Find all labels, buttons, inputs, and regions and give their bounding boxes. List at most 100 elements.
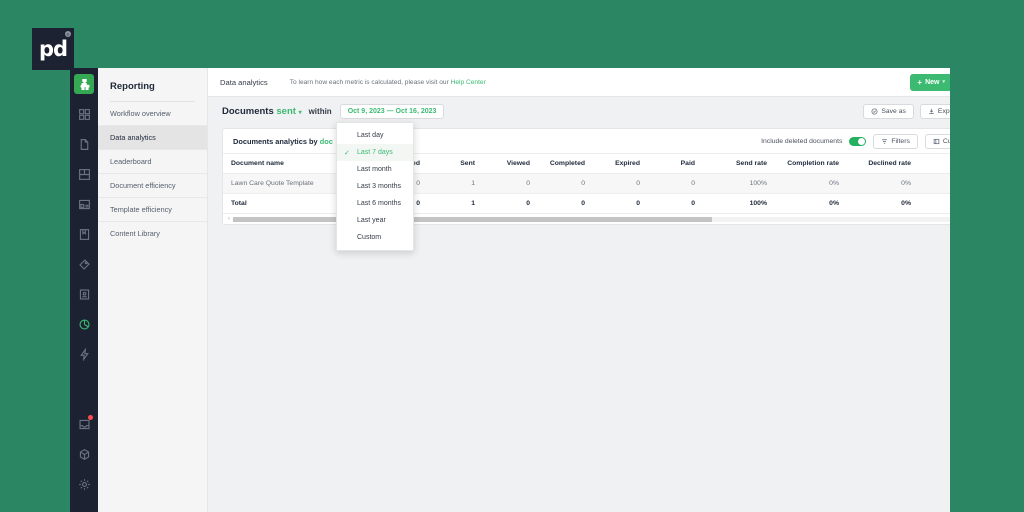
integrations-cube-icon[interactable] [74,444,94,464]
scrollbar-thumb[interactable] [233,216,712,222]
card-header: Documents analytics by doc Include delet… [223,129,950,153]
include-deleted-toggle[interactable] [849,136,867,146]
sidebar-title: Reporting [110,81,155,92]
columns-icon [933,138,940,144]
page-title: Documents sent ▾ [222,106,302,117]
cell-expired-rate [919,173,950,194]
sidebar-item-document-efficiency[interactable]: Document efficiency [98,174,207,198]
page-title-prefix: Documents [222,106,274,117]
save-as-button[interactable]: Save as [863,104,914,119]
reporting-pie-icon[interactable] [74,314,94,334]
dropdown-item-last-day[interactable]: Last day [337,127,413,144]
rail-bottom-group [70,414,98,504]
date-range-selector[interactable]: Oct 9, 2023 — Oct 16, 2023 [339,104,445,119]
pandadoc-logo: pd ® [32,28,74,70]
card-header-actions: Include deleted documents Filters Custom… [761,133,950,149]
chevron-down-icon: ▾ [942,79,945,85]
cell-total-completion-rate: 0% [775,193,847,213]
dropdown-item-label: Last year [357,217,386,224]
logo-text: pd [38,36,68,61]
main-content: Data analytics To learn how each metric … [208,68,950,512]
dropdown-item-label: Last day [357,132,384,139]
inbox-notification-badge [88,415,93,420]
puzzle-icon[interactable] [74,74,94,94]
table-header-row: Document name Approved Sent Viewed Compl… [223,153,950,174]
settings-gear-icon[interactable] [74,474,94,494]
column-completion-rate[interactable]: Completion rate [775,153,847,174]
sidebar-item-content-library[interactable]: Content Library [98,222,207,245]
card-title-link[interactable]: doc [320,137,333,146]
date-range-dropdown-menu: Last day ✓ Last 7 days Last month Last 3… [336,122,414,251]
table-row[interactable]: Lawn Care Quote Template 0 1 0 0 0 0 100… [223,173,950,194]
cell-total-declined-rate: 0% [847,193,919,213]
customize-button[interactable]: Customize [924,133,950,149]
filters-label: Filters [891,137,910,145]
cell-declined-rate: 0% [847,173,919,194]
table-body: Lawn Care Quote Template 0 1 0 0 0 0 100… [223,173,950,213]
column-sent[interactable]: Sent [428,153,483,174]
new-button-label: New [925,78,940,86]
export-csv-button[interactable]: Export full CSV [919,104,950,119]
cell-total-expired-rate [919,193,950,213]
help-hint-text: To learn how each metric is calculated, … [289,78,449,86]
dropdown-item-last-3-months[interactable]: Last 3 months [337,178,413,195]
automation-bolt-icon[interactable] [74,344,94,364]
cell-total-viewed: 0 [483,193,538,213]
card-title-prefix: Documents analytics by [233,136,318,146]
sidebar-item-data-analytics[interactable]: Data analytics [98,126,207,150]
export-label: Export full CSV [937,108,950,115]
reporting-sidebar: Reporting Workflow overview Data analyti… [98,68,208,512]
check-circle-icon [871,108,878,115]
dropdown-item-label: Last 3 months [357,183,401,190]
contacts-icon[interactable] [74,284,94,304]
metric-chevron-down-icon[interactable]: ▾ [299,110,302,116]
column-completed[interactable]: Completed [538,153,593,174]
dropdown-item-last-7-days[interactable]: ✓ Last 7 days [337,144,413,161]
tag-icon[interactable] [74,254,94,274]
include-deleted-label: Include deleted documents [761,137,843,145]
inbox-icon[interactable] [74,414,94,434]
column-send-rate[interactable]: Send rate [703,153,775,174]
filters-button[interactable]: Filters [873,133,918,149]
dropdown-item-last-6-months[interactable]: Last 6 months [337,195,413,212]
title-row-actions: Save as Export full CSV [863,104,950,119]
sidebar-item-leaderboard[interactable]: Leaderboard [98,150,207,174]
toggle-knob [858,137,866,145]
documents-icon[interactable] [74,134,94,154]
cell-total-expired: 0 [593,193,648,213]
cell-total-paid: 0 [648,193,703,213]
column-declined-rate[interactable]: Declined rate [847,153,919,174]
dropdown-item-last-year[interactable]: Last year [337,212,413,229]
plus-icon: + [917,77,923,87]
dropdown-item-last-month[interactable]: Last month [337,161,413,178]
column-paid[interactable]: Paid [648,153,703,174]
metric-selector-value[interactable]: sent [276,106,296,117]
filter-icon [882,138,888,144]
forms-icon[interactable] [74,194,94,214]
column-expired-rate[interactable]: Expired [919,153,950,174]
new-button[interactable]: + New ▾ [910,73,950,91]
help-center-link[interactable]: Help Center [451,79,486,86]
templates-icon[interactable] [74,164,94,184]
top-bar: Data analytics To learn how each metric … [208,68,950,97]
column-viewed[interactable]: Viewed [483,153,538,174]
column-expired[interactable]: Expired [593,153,648,174]
registered-mark: ® [65,31,71,37]
dashboard-grid-icon[interactable] [74,104,94,124]
content-library-icon[interactable] [74,224,94,244]
cell-sent: 1 [428,173,483,194]
dropdown-item-label: Last month [357,166,392,173]
dropdown-item-label: Last 6 months [357,200,401,207]
cell-completion-rate: 0% [775,173,847,194]
dropdown-item-label: Custom [357,234,382,241]
cell-paid: 0 [648,173,703,194]
sidebar-item-template-efficiency[interactable]: Template efficiency [98,198,207,222]
cell-total-send-rate: 100% [703,193,775,213]
dropdown-item-custom[interactable]: Custom [337,229,413,246]
sidebar-item-workflow-overview[interactable]: Workflow overview [98,102,207,126]
application-window: Reporting Workflow overview Data analyti… [70,68,950,512]
cell-completed: 0 [538,173,593,194]
scroll-left-chevron-icon[interactable]: ‹ [228,216,230,222]
breadcrumb: Data analytics [220,77,268,87]
horizontal-scrollbar[interactable]: ‹ › [223,213,950,224]
